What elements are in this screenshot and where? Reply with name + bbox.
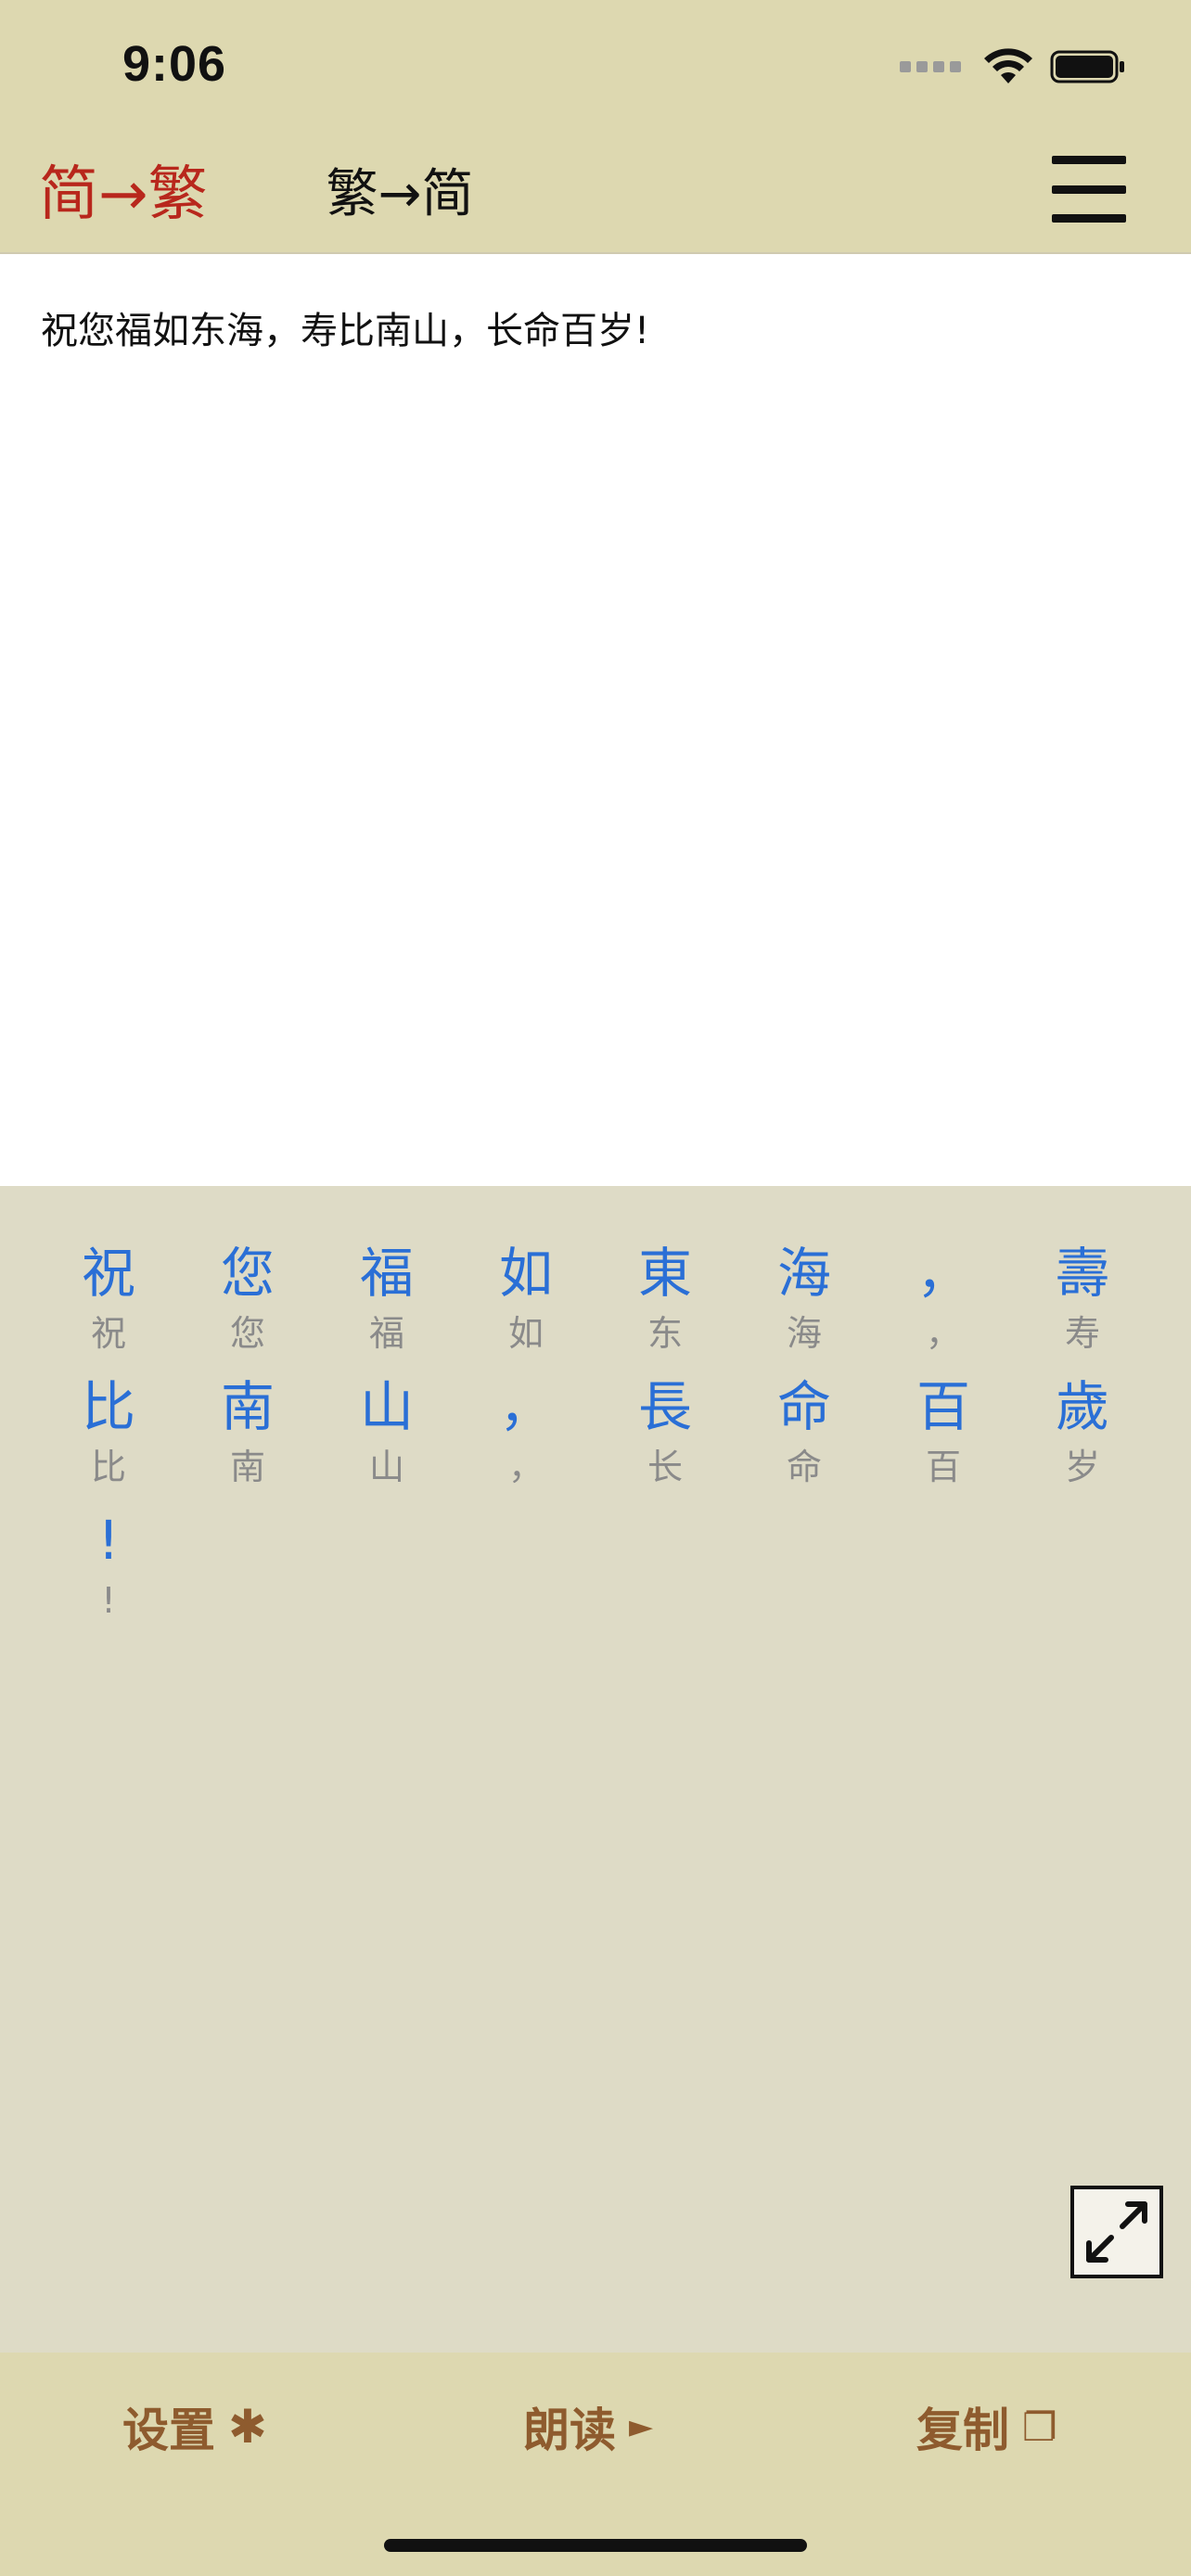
result-cell[interactable]: 福福 <box>317 1240 456 1357</box>
tab-trad-to-simp[interactable]: 繁→简 <box>327 152 474 227</box>
result-cell[interactable]: ，， <box>456 1373 596 1490</box>
expand-icon[interactable] <box>1070 2186 1163 2278</box>
traditional-char: 如 <box>498 1242 553 1305</box>
result-cell[interactable]: ，， <box>874 1240 1013 1357</box>
result-grid: 祝祝您您福福如如東东海海，，壽寿比比南南山山，，長长命命百百歲岁!! <box>39 1240 1152 1624</box>
traditional-char: 長 <box>637 1375 692 1438</box>
traditional-char: 南 <box>220 1375 275 1438</box>
read-label: 朗读 <box>523 2404 616 2457</box>
simplified-char: 比 <box>90 1447 126 1487</box>
simplified-char: 南 <box>229 1447 265 1487</box>
traditional-char: 海 <box>776 1242 831 1305</box>
simplified-char: 您 <box>229 1313 265 1354</box>
simplified-char: 长 <box>647 1447 683 1487</box>
result-cell[interactable]: 命命 <box>735 1373 874 1490</box>
result-panel: 祝祝您您福福如如東东海海，，壽寿比比南南山山，，長长命命百百歲岁!! <box>0 1186 1191 2353</box>
traditional-char: 歲 <box>1055 1375 1109 1438</box>
result-cell[interactable]: 百百 <box>874 1373 1013 1490</box>
result-cell[interactable]: 比比 <box>39 1373 178 1490</box>
simplified-char: 命 <box>786 1447 822 1487</box>
simplified-char: 百 <box>925 1447 961 1487</box>
menu-icon[interactable] <box>1052 156 1126 223</box>
status-icons <box>900 48 1126 85</box>
simplified-char: 福 <box>368 1313 404 1354</box>
copy-button[interactable]: 复制 ❐ <box>916 2390 1057 2464</box>
result-cell[interactable]: 東东 <box>596 1240 735 1357</box>
play-icon: ► <box>629 2408 654 2445</box>
traditional-char: 東 <box>637 1242 692 1305</box>
result-cell[interactable]: 祝祝 <box>39 1240 178 1357</box>
simplified-char: 祝 <box>90 1313 126 1354</box>
result-cell[interactable]: !! <box>39 1507 178 1624</box>
traditional-char: 壽 <box>1055 1242 1109 1305</box>
simplified-char: ， <box>925 1313 961 1354</box>
traditional-char: ， <box>916 1242 970 1305</box>
simplified-char: 海 <box>786 1313 822 1354</box>
result-cell[interactable]: 山山 <box>317 1373 456 1490</box>
tab-simp-to-trad[interactable]: 简→繁 <box>39 147 208 232</box>
simplified-char: ， <box>507 1447 544 1487</box>
copy-icon: ❐ <box>1022 2404 1057 2450</box>
traditional-char: 比 <box>81 1375 135 1438</box>
traditional-char: 福 <box>359 1242 414 1305</box>
result-cell[interactable]: 歲岁 <box>1013 1373 1152 1490</box>
simplified-char: ! <box>101 1580 116 1621</box>
result-cell[interactable]: 長长 <box>596 1373 735 1490</box>
header: 9:06 简→繁 繁→简 <box>0 0 1191 254</box>
asterisk-icon: ✱ <box>228 2400 267 2454</box>
home-indicator <box>384 2539 807 2552</box>
traditional-char: 命 <box>776 1375 831 1438</box>
traditional-char: 祝 <box>81 1242 135 1305</box>
simplified-char: 东 <box>647 1313 683 1354</box>
traditional-char: 百 <box>916 1375 970 1438</box>
cellular-signal-icon <box>900 61 961 72</box>
result-cell[interactable]: 您您 <box>178 1240 317 1357</box>
input-text[interactable]: 祝您福如东海，寿比南山，长命百岁! <box>41 300 649 354</box>
simplified-char: 岁 <box>1064 1447 1100 1487</box>
conversion-tabs: 简→繁 繁→简 <box>39 152 474 229</box>
traditional-char: ! <box>97 1509 120 1572</box>
read-aloud-button[interactable]: 朗读 ► <box>523 2390 653 2464</box>
status-time: 9:06 <box>122 36 227 92</box>
battery-icon <box>1050 50 1124 83</box>
result-cell[interactable]: 壽寿 <box>1013 1240 1152 1357</box>
result-cell[interactable]: 如如 <box>456 1240 596 1357</box>
simplified-char: 山 <box>368 1447 404 1487</box>
result-cell[interactable]: 南南 <box>178 1373 317 1490</box>
simplified-char: 如 <box>507 1313 544 1354</box>
traditional-char: 您 <box>220 1242 275 1305</box>
traditional-char: 山 <box>359 1375 414 1438</box>
settings-label: 设置 <box>122 2404 215 2457</box>
settings-button[interactable]: 设置 ✱ <box>122 2390 267 2464</box>
input-area[interactable]: 祝您福如东海，寿比南山，长命百岁! 转换 <box>0 254 1191 1409</box>
wifi-icon <box>984 48 1032 83</box>
result-cell[interactable]: 海海 <box>735 1240 874 1357</box>
simplified-char: 寿 <box>1064 1313 1100 1354</box>
traditional-char: ， <box>498 1375 553 1438</box>
copy-label: 复制 <box>916 2404 1009 2457</box>
